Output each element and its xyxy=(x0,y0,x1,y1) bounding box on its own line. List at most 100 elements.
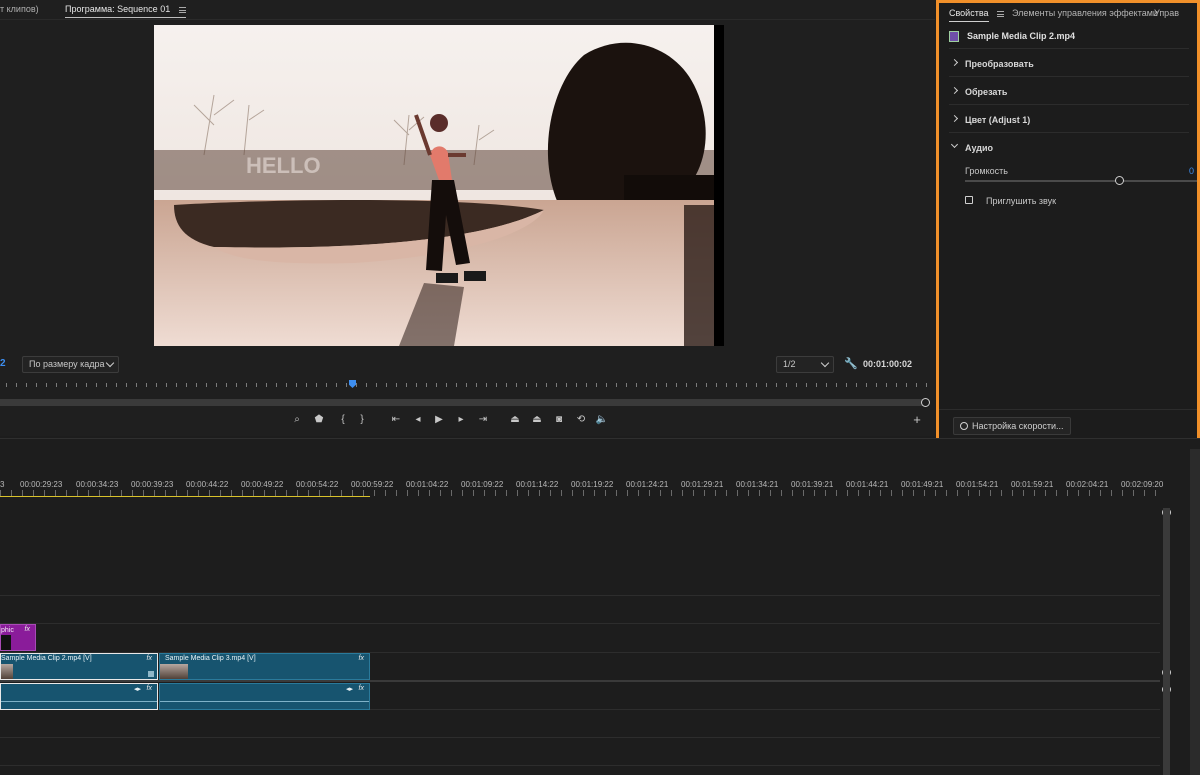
track-divider xyxy=(0,595,1160,596)
section-crop[interactable]: Обрезать xyxy=(949,77,1189,105)
chevron-right-icon xyxy=(950,58,959,67)
timecode-label: 00:00:29:23 xyxy=(20,480,63,489)
play-icon[interactable]: ▶ xyxy=(432,413,446,427)
timecode-label: 00:02:04:21 xyxy=(1066,480,1109,489)
tab-program-label: Программа: Sequence 01 xyxy=(65,4,171,14)
volume-slider-track[interactable] xyxy=(965,180,1197,182)
fit-dropdown-value: По размеру кадра xyxy=(29,359,105,369)
timecode-label: 00:01:24:21 xyxy=(626,480,669,489)
add-button-icon[interactable]: + xyxy=(910,413,924,427)
lift-icon[interactable]: ⏏ xyxy=(508,413,522,427)
section-transform-label: Преобразовать xyxy=(965,59,1034,69)
section-color-label: Цвет (Adjust 1) xyxy=(965,115,1031,125)
audio-clip-3[interactable]: ◂▸ fx xyxy=(159,683,370,710)
chevron-down-icon xyxy=(105,358,115,368)
tab-properties[interactable]: Свойства xyxy=(949,8,1005,22)
timecode-label: 00:01:59:21 xyxy=(1011,480,1054,489)
zoom-scrollbar-handle[interactable] xyxy=(921,398,930,407)
timecode-label: 00:01:49:21 xyxy=(901,480,944,489)
timeline-vertical-scrollbar[interactable] xyxy=(1163,508,1170,775)
svg-text:HELLO: HELLO xyxy=(246,153,321,178)
graphic-clip[interactable]: phic fx xyxy=(0,624,36,651)
tab-properties-label: Свойства xyxy=(949,8,989,22)
timecode-label: 00:00:59:22 xyxy=(351,480,394,489)
timecode-label: 00:01:14:22 xyxy=(516,480,559,489)
volume-label: Громкость xyxy=(965,166,1008,176)
monitor-time-ruler[interactable] xyxy=(0,378,930,392)
work-area-bar[interactable] xyxy=(0,496,370,497)
timecode-label: 00:00:54:22 xyxy=(296,480,339,489)
tab-effect-controls[interactable]: Элементы управления эффектами xyxy=(1012,8,1158,18)
comparison-view-icon[interactable]: ⟲ xyxy=(574,413,588,427)
mute-checkbox[interactable] xyxy=(965,196,973,204)
clip-thumbnail xyxy=(1,664,13,679)
section-transform[interactable]: Преобразовать xyxy=(949,49,1189,77)
tab-program[interactable]: Программа: Sequence 01 xyxy=(65,4,186,18)
chevron-down-icon xyxy=(950,140,959,149)
mark-out-icon[interactable]: } xyxy=(355,413,369,427)
video-clip-3[interactable]: Sample Media Clip 3.mp4 [V] fx xyxy=(159,653,370,680)
tab-audio-mixer-partial[interactable]: Управ xyxy=(1154,8,1179,18)
go-to-in-icon[interactable]: ⇤ xyxy=(389,413,403,427)
mark-in-icon[interactable]: { xyxy=(336,413,350,427)
step-back-icon[interactable]: ◂ xyxy=(411,413,425,427)
add-marker-icon[interactable]: ⬟ xyxy=(312,413,326,427)
fx-badge: fx xyxy=(24,626,30,633)
monitor-tabbar: т клипов) Программа: Sequence 01 xyxy=(0,0,935,20)
volume-value[interactable]: 0 xyxy=(1189,166,1194,176)
timecode-label: 00:01:19:22 xyxy=(571,480,614,489)
timecode-label: 00:02:09:20 xyxy=(1121,480,1164,489)
speedometer-icon xyxy=(960,422,968,430)
resolution-dropdown[interactable]: 1/2 xyxy=(776,356,834,373)
section-crop-label: Обрезать xyxy=(965,87,1008,97)
timeline-panel: 3 00:00:29:23 00:00:34:23 00:00:39:23 00:00:… xyxy=(0,438,1200,775)
timecode-label: 00:01:39:21 xyxy=(791,480,834,489)
program-monitor: т клипов) Программа: Sequence 01 HELLO 2… xyxy=(0,0,935,436)
video-clip-2[interactable]: Sample Media Clip 2.mp4 [V] fx xyxy=(0,653,158,680)
extract-icon[interactable]: ⏏ xyxy=(530,413,544,427)
timecode-label: 00:00:44:22 xyxy=(186,480,229,489)
audio-link-icon: ◂▸ xyxy=(345,686,353,693)
right-scrollbar[interactable] xyxy=(1190,449,1200,775)
tab-source[interactable]: т клипов) xyxy=(0,4,39,14)
section-audio-label: Аудио xyxy=(965,143,994,153)
video-preview-image: HELLO xyxy=(154,25,714,346)
step-forward-icon[interactable]: ▸ xyxy=(454,413,468,427)
graphic-thumbnail xyxy=(1,635,11,650)
audio-link-icon: ◂▸ xyxy=(133,686,141,693)
mute-label: Приглушить звук xyxy=(986,196,1057,206)
video-clip-2-label: Sample Media Clip 2.mp4 [V] xyxy=(1,655,92,662)
zoom-scrollbar[interactable] xyxy=(0,399,925,406)
timecode-label: 00:01:09:22 xyxy=(461,480,504,489)
go-to-out-icon[interactable]: ⇥ xyxy=(476,413,490,427)
timecode-label: 00:01:54:21 xyxy=(956,480,999,489)
camera-icon[interactable]: ◙ xyxy=(552,413,566,427)
section-audio[interactable]: Аудио xyxy=(949,133,1189,161)
volume-slider-handle[interactable] xyxy=(1115,176,1124,185)
panel-menu-icon[interactable] xyxy=(178,6,186,13)
section-color[interactable]: Цвет (Adjust 1) xyxy=(949,105,1189,133)
resolution-dropdown-value: 1/2 xyxy=(783,359,796,369)
fx-badge: fx xyxy=(358,655,364,662)
timecode-label: 00:00:49:22 xyxy=(241,480,284,489)
fit-dropdown[interactable]: По размеру кадра xyxy=(22,356,119,373)
speaker-icon[interactable]: 🔈 xyxy=(595,413,609,427)
speed-settings-button[interactable]: Настройка скорости... xyxy=(953,417,1071,435)
timecode-label: 00:01:29:21 xyxy=(681,480,724,489)
speed-settings-label: Настройка скорости... xyxy=(972,421,1064,431)
audio-clip-2[interactable]: ◂▸ fx xyxy=(0,683,158,710)
audio-waveform-line xyxy=(160,701,369,702)
track-divider xyxy=(0,765,1160,766)
chevron-right-icon xyxy=(950,114,959,123)
panel-menu-icon[interactable] xyxy=(997,10,1005,17)
export-frame-settings-icon[interactable]: ⌕ xyxy=(290,413,304,427)
clip-thumbnail xyxy=(160,664,188,679)
track-divider xyxy=(0,737,1160,738)
program-timecode: 00:01:00:02 xyxy=(863,359,913,369)
video-audio-divider[interactable] xyxy=(0,680,1160,682)
fx-badge: fx xyxy=(358,685,364,692)
wrench-icon[interactable]: 🔧 xyxy=(844,357,858,370)
clip-header: Sample Media Clip 2.mp4 xyxy=(949,29,1189,49)
chevron-right-icon xyxy=(950,86,959,95)
playhead-position-partial: 2 xyxy=(0,358,6,369)
